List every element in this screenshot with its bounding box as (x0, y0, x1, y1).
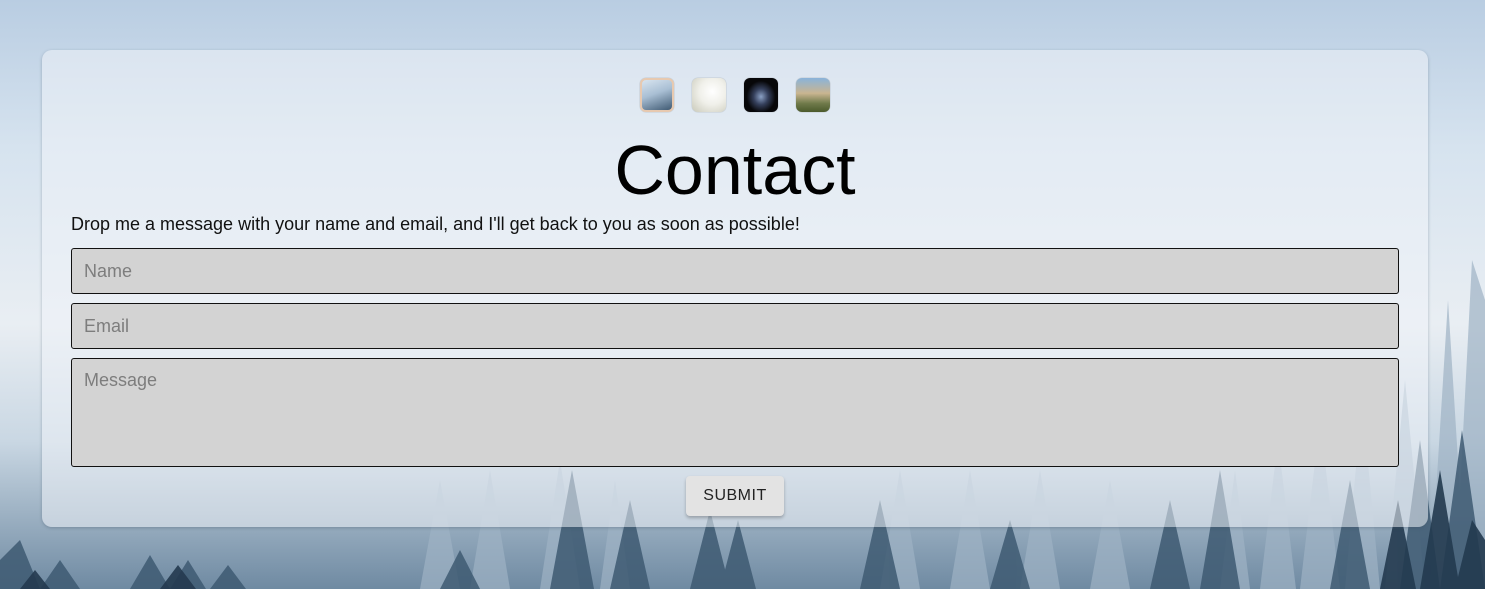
contact-card: Contact Drop me a message with your name… (42, 50, 1428, 527)
message-textarea[interactable] (71, 358, 1399, 467)
contact-description: Drop me a message with your name and ema… (71, 214, 800, 234)
bright-white-thumbnail[interactable] (692, 78, 726, 112)
name-input[interactable] (71, 248, 1399, 294)
misty-mountain-thumbnail[interactable] (640, 78, 674, 112)
email-input[interactable] (71, 303, 1399, 349)
landscape-thumbnail[interactable] (796, 78, 830, 112)
background-thumbnails (42, 78, 1428, 112)
page-title: Contact (614, 131, 856, 209)
dark-planet-thumbnail[interactable] (744, 78, 778, 112)
submit-button[interactable]: SUBMIT (686, 476, 784, 516)
